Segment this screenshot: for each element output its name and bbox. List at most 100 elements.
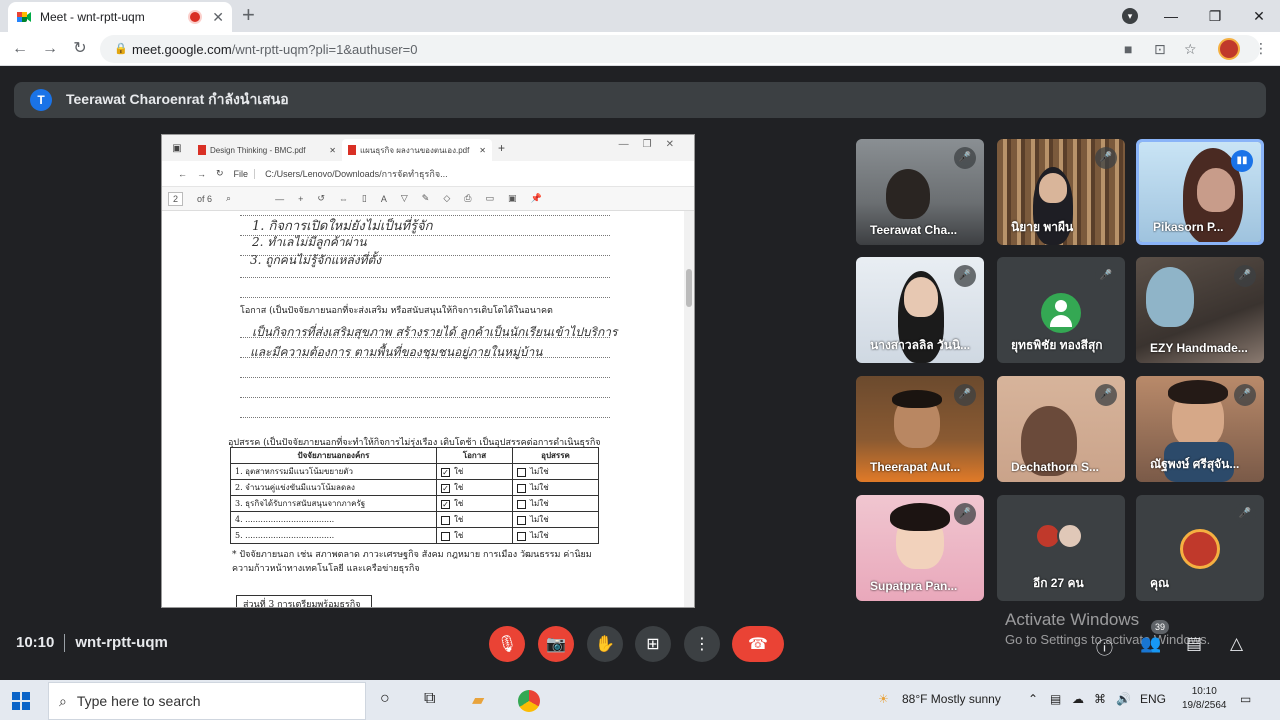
url-text[interactable]: meet.google.com/wnt-rptt-uqm?pli=1&authu… bbox=[132, 42, 417, 57]
tab-close-icon[interactable]: ✕ bbox=[212, 9, 224, 26]
table-cell: ไม่ใช่ bbox=[512, 463, 599, 480]
translate-icon[interactable]: ⊡ bbox=[1154, 41, 1166, 58]
people-icon[interactable]: 👥 bbox=[1140, 634, 1161, 654]
participant-name: Dechathorn S... bbox=[1011, 460, 1100, 474]
participant-tile[interactable]: 🎤 ณัฐพงษ์ ศรีสุจัน... bbox=[1136, 376, 1264, 482]
checked-box-icon: ✓ bbox=[441, 499, 450, 509]
table-cell: ✓ ใช่ bbox=[436, 479, 513, 496]
address-bar[interactable]: 🔒 meet.google.com/wnt-rptt-uqm?pli=1&aut… bbox=[100, 35, 1260, 63]
participant-tile[interactable]: 🎤 นิยาย พาผืน bbox=[997, 139, 1125, 245]
network-icon[interactable]: ⌘ bbox=[1094, 692, 1106, 706]
pdf-page-number: 2 bbox=[168, 191, 184, 206]
dotted-line bbox=[240, 297, 610, 298]
checked-box-icon: ✓ bbox=[441, 483, 450, 493]
participant-name: Pikasorn P... bbox=[1153, 220, 1224, 234]
search-placeholder: Type here to search bbox=[76, 693, 201, 709]
activate-line-1: Activate Windows bbox=[1005, 610, 1140, 629]
close-window-button[interactable]: ✕ bbox=[1238, 0, 1280, 32]
task-view-icon[interactable]: ⧉ bbox=[424, 690, 435, 708]
file-explorer-icon[interactable]: ▰ bbox=[472, 690, 484, 710]
windows-start-icon[interactable] bbox=[12, 692, 30, 710]
participant-tile[interactable]: 🎤 นางสาวลลิล วันนิ... bbox=[856, 257, 984, 363]
pdf-icon bbox=[198, 145, 206, 155]
footnote-line-1: * ปัจจัยภายนอก เช่น สภาพตลาด ภาวะเศรษฐกิ… bbox=[232, 550, 592, 560]
participant-tile[interactable]: 🎤 Supatpra Pan... bbox=[856, 495, 984, 601]
search-icon: ⌕ bbox=[59, 692, 67, 709]
cortana-icon[interactable]: ○ bbox=[380, 690, 390, 708]
shared-window-controls: —❐✕ bbox=[618, 139, 688, 150]
maximize-button[interactable]: ❐ bbox=[1194, 0, 1236, 32]
opportunity-handwriting-1: เป็นกิจการที่ส่งเสริมสุขภาพ สร้างรายได้ … bbox=[252, 325, 618, 339]
mic-off-icon: 🎤 bbox=[1234, 265, 1256, 287]
taskbar-clock[interactable]: 10:10 19/8/2564 bbox=[1182, 685, 1227, 713]
pdf-erase-icon: ◇ bbox=[443, 193, 451, 203]
participant-tile[interactable]: 🎤 Theerapat Aut... bbox=[856, 376, 984, 482]
tray-chevron-icon[interactable]: ⌃ bbox=[1028, 692, 1038, 706]
chrome-icon[interactable] bbox=[518, 690, 540, 712]
shared-tab-close-icon: ✕ bbox=[479, 145, 486, 155]
speaking-indicator-icon: ▮▮ bbox=[1231, 150, 1253, 172]
browser-tab-meet[interactable]: Meet - wnt-rptt-uqm ✕ bbox=[8, 2, 232, 32]
dotted-line bbox=[240, 417, 610, 418]
table-row: 1. อุตสาหกรรมมีแนวโน้มขยายตัว ✓ ใช่ ไม่ใช… bbox=[230, 463, 599, 480]
table-cell: ใช่ bbox=[436, 511, 513, 528]
more-options-button[interactable]: ⋮ bbox=[684, 626, 720, 662]
present-button[interactable]: ⊞ bbox=[635, 626, 671, 662]
profile-avatar[interactable] bbox=[1218, 38, 1240, 60]
chat-icon[interactable]: ▤ bbox=[1186, 634, 1202, 654]
participant-tile[interactable]: 🎤 EZY Handmade... bbox=[1136, 257, 1264, 363]
table-cell-text: ไม่ใช่ bbox=[530, 515, 549, 524]
clock-date: 19/8/2564 bbox=[1182, 700, 1227, 711]
table-cell-text: ใช่ bbox=[454, 515, 464, 524]
participant-name: Supatpra Pan... bbox=[870, 579, 958, 593]
tab-search-icon[interactable]: ▾ bbox=[1122, 8, 1138, 24]
mic-toggle-button[interactable]: 🎙 bbox=[489, 626, 525, 662]
table-header: โอกาส bbox=[436, 447, 513, 464]
volume-icon[interactable]: 🔊 bbox=[1116, 692, 1131, 706]
section-box: ส่วนที่ 3 การเตรียมพร้อมธุรกิจ bbox=[236, 595, 372, 607]
table-row: 4. ................................... ใ… bbox=[230, 511, 599, 528]
camera-icon[interactable]: ■ bbox=[1124, 41, 1132, 57]
leave-call-button[interactable]: ☎ bbox=[732, 626, 784, 662]
participant-tile-others[interactable]: อีก 27 คน bbox=[997, 495, 1125, 601]
table-row: 3. ธุรกิจได้รับการสนับสนุนจากภาครัฐ ✓ ใช่… bbox=[230, 495, 599, 512]
checkbox-icon bbox=[517, 515, 526, 525]
activities-icon[interactable]: △ bbox=[1230, 634, 1243, 654]
mic-off-icon: 🎤 bbox=[1095, 147, 1117, 169]
participant-tile[interactable]: 🎤 Dechathorn S... bbox=[997, 376, 1125, 482]
raise-hand-button[interactable]: ✋ bbox=[587, 626, 623, 662]
new-tab-button[interactable]: + bbox=[242, 4, 255, 26]
taskbar-search[interactable]: ⌕ Type here to search bbox=[48, 682, 366, 720]
table-header: อุปสรรค bbox=[512, 447, 599, 464]
lock-icon: 🔒 bbox=[114, 43, 128, 55]
shared-path: C:/Users/Lenovo/Downloads/การจัดทำธุรกิจ… bbox=[265, 168, 448, 179]
dotted-line bbox=[240, 337, 610, 338]
opportunity-heading: โอกาส (เป็นปัจจัยภายนอกที่จะส่งเสริม หรื… bbox=[240, 306, 553, 316]
participant-tile[interactable]: 🎤 ยุทธพิชัย ทองสีสุก bbox=[997, 257, 1125, 363]
minimize-button[interactable]: — bbox=[1150, 0, 1192, 32]
bookmark-star-icon[interactable]: ☆ bbox=[1184, 41, 1197, 58]
camera-toggle-button[interactable]: 📷 bbox=[538, 626, 574, 662]
reload-button[interactable]: ↻ bbox=[68, 38, 92, 60]
notifications-icon[interactable]: ▭ bbox=[1240, 692, 1251, 706]
pdf-zoom-out-icon: — bbox=[275, 193, 285, 204]
shared-file-label: File bbox=[234, 168, 256, 179]
weather-text[interactable]: 88°F Mostly sunny bbox=[902, 692, 1001, 706]
participant-tile[interactable]: 🎤 Teerawat Cha... bbox=[856, 139, 984, 245]
forward-button[interactable]: → bbox=[38, 38, 62, 60]
onedrive-icon[interactable]: ☁ bbox=[1072, 692, 1084, 706]
divider bbox=[64, 634, 66, 653]
participant-tile-self[interactable]: 🎤 คุณ bbox=[1136, 495, 1264, 601]
tray-apps-icon[interactable]: ▤ bbox=[1050, 692, 1061, 706]
back-button[interactable]: ← bbox=[8, 38, 32, 60]
meeting-details-icon[interactable]: ⓘ bbox=[1096, 634, 1113, 659]
presenting-text: Teerawat Charoenrat กำลังนำเสนอ bbox=[66, 91, 289, 107]
shared-address-bar: ← → ↻ File C:/Users/Lenovo/Downloads/การ… bbox=[162, 161, 694, 187]
tab-title: Meet - wnt-rptt-uqm bbox=[40, 10, 145, 24]
pdf-pin-icon: 📌 bbox=[530, 193, 542, 203]
browser-menu-icon[interactable]: ⋮ bbox=[1254, 40, 1268, 57]
participant-name: นางสาวลลิล วันนิ... bbox=[870, 338, 971, 352]
checkbox-icon bbox=[517, 467, 526, 477]
participant-tile-speaking[interactable]: ▮▮ Pikasorn P... bbox=[1136, 139, 1264, 245]
language-indicator[interactable]: ENG bbox=[1140, 692, 1166, 706]
